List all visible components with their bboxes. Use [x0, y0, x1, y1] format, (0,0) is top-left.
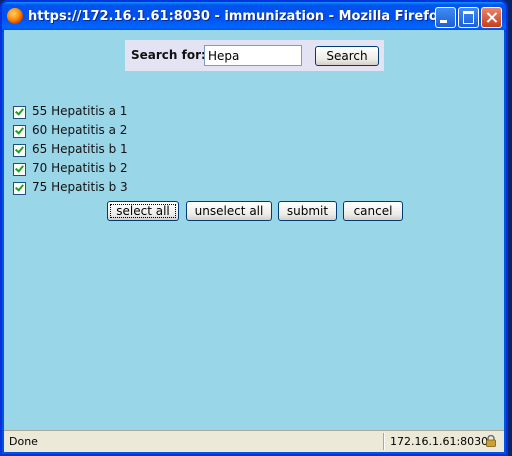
status-host: 172.16.1.61:8030	[390, 435, 489, 448]
title-bar[interactable]: https://172.16.1.61:8030 - immunization …	[2, 2, 506, 32]
lock-icon[interactable]	[485, 435, 497, 447]
search-button[interactable]: Search	[315, 46, 379, 66]
cancel-button[interactable]: cancel	[343, 201, 403, 221]
item-checkbox[interactable]	[13, 182, 26, 195]
item-checkbox[interactable]	[13, 125, 26, 138]
firefox-icon	[7, 8, 23, 24]
status-text: Done	[9, 435, 38, 448]
page-content: Search for: Search 55 Hepatitis a 1 60 H…	[4, 30, 504, 430]
maximize-button[interactable]	[458, 7, 479, 28]
item-label: 65 Hepatitis b 1	[32, 142, 128, 156]
submit-button[interactable]: submit	[278, 201, 337, 221]
item-label: 60 Hepatitis a 2	[32, 123, 128, 137]
minimize-button[interactable]	[435, 7, 456, 28]
status-divider	[383, 433, 385, 450]
item-label: 55 Hepatitis a 1	[32, 104, 128, 118]
unselect-all-button[interactable]: unselect all	[186, 201, 272, 221]
status-bar: Done 172.16.1.61:8030	[4, 430, 504, 452]
window-title: https://172.16.1.61:8030 - immunization …	[28, 9, 447, 24]
close-button[interactable]	[481, 7, 502, 28]
search-input[interactable]	[204, 45, 302, 66]
item-checkbox[interactable]	[13, 144, 26, 157]
search-panel: Search for: Search	[125, 40, 384, 71]
select-all-button[interactable]: select all	[107, 201, 179, 221]
search-label: Search for:	[131, 48, 206, 62]
item-label: 75 Hepatitis b 3	[32, 180, 128, 194]
item-checkbox[interactable]	[13, 163, 26, 176]
item-label: 70 Hepatitis b 2	[32, 161, 128, 175]
item-checkbox[interactable]	[13, 106, 26, 119]
